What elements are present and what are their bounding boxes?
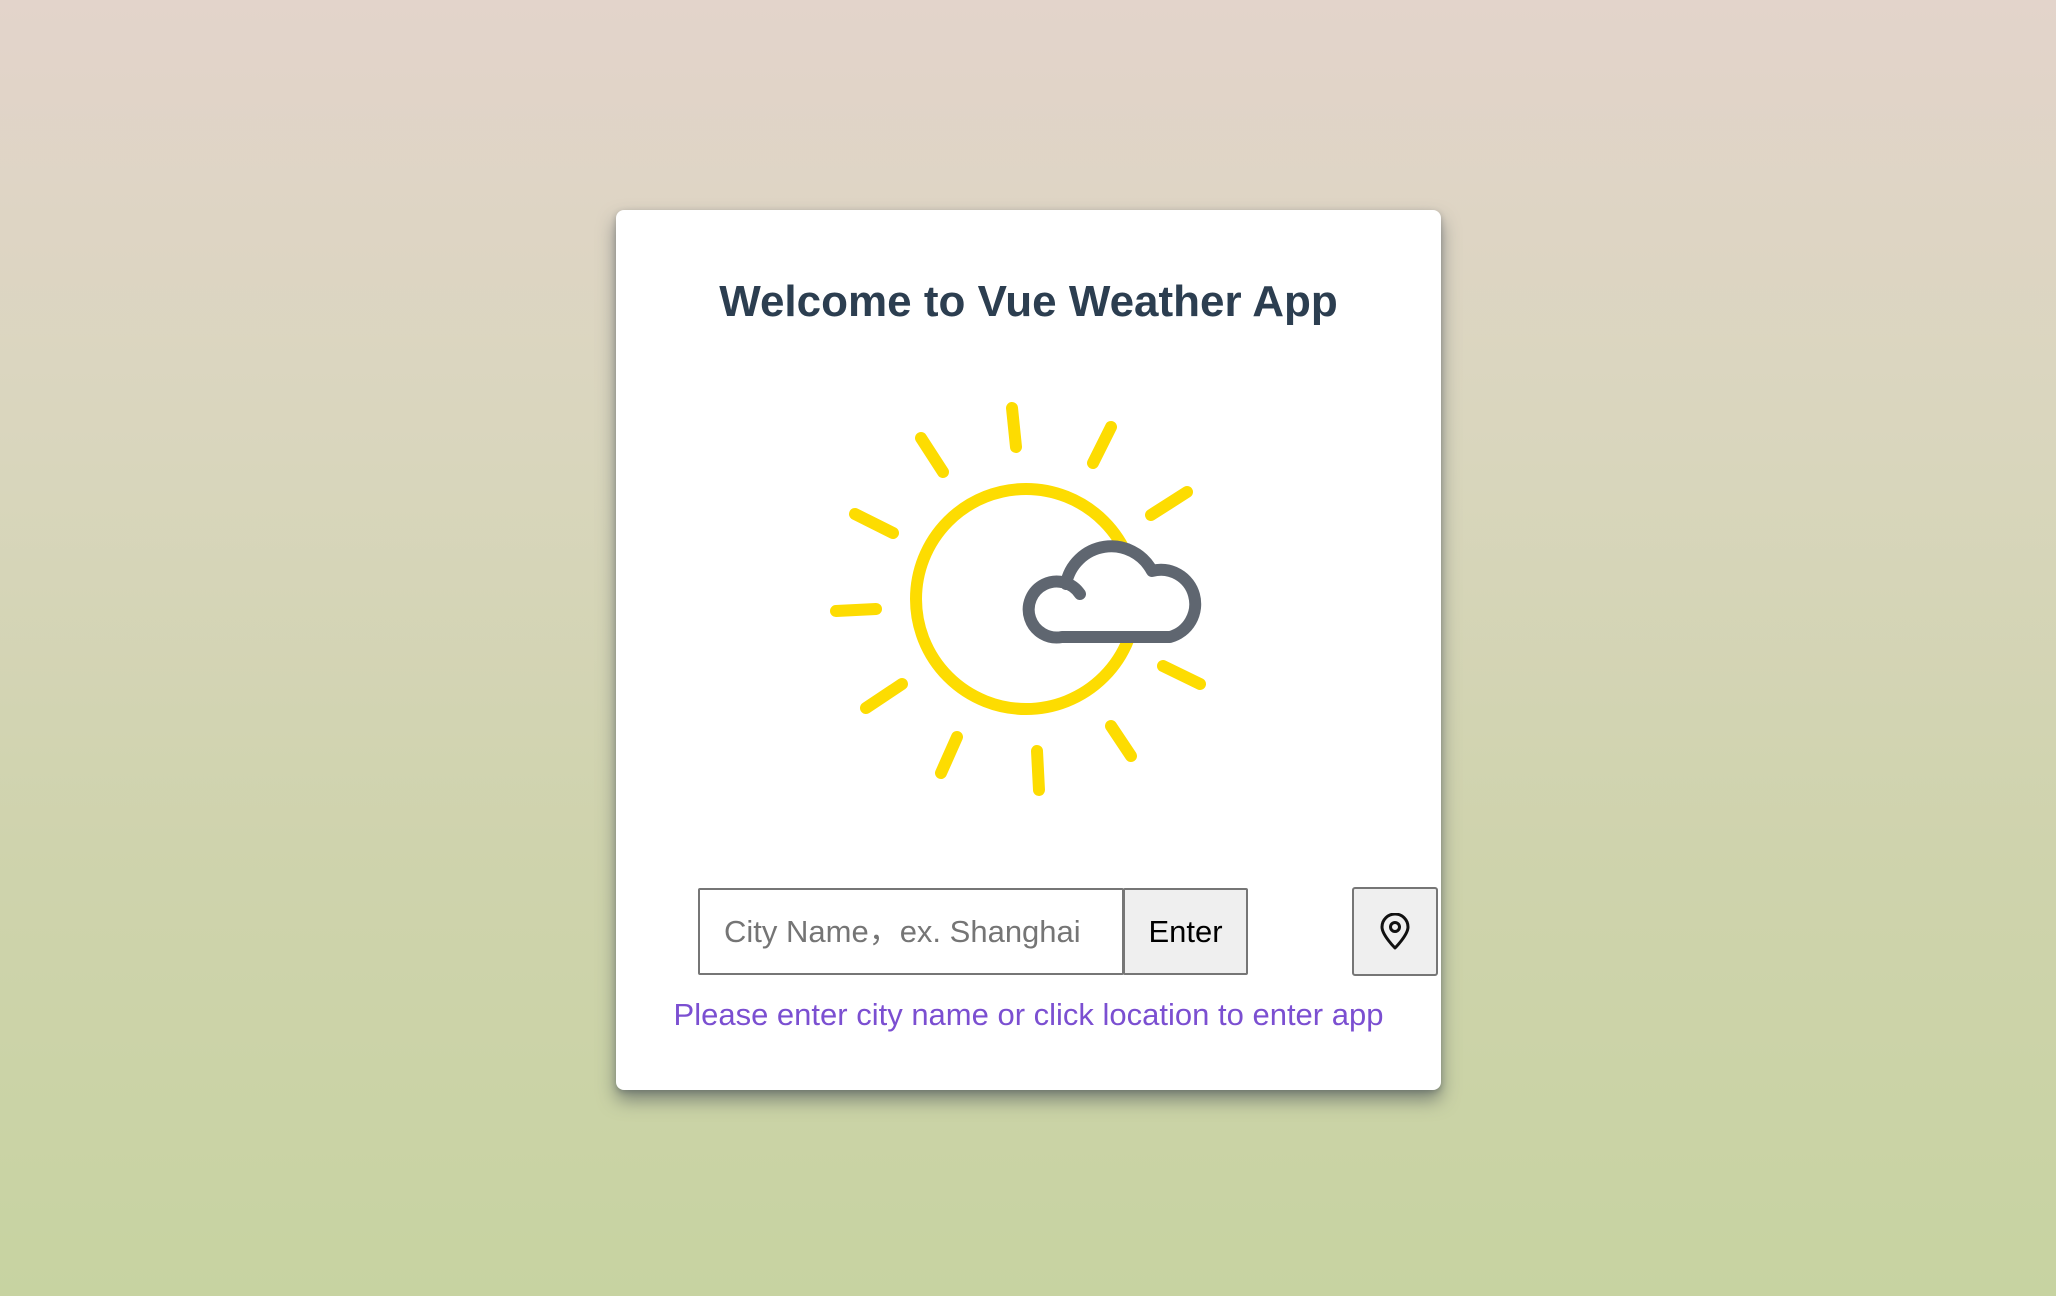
sun-ray <box>935 731 963 779</box>
sun-ray <box>915 432 949 478</box>
sun-ray <box>860 678 908 714</box>
welcome-card: Welcome to Vue Weather App Enter Please … <box>616 210 1441 1090</box>
sun-ray <box>849 508 899 539</box>
hint-text: Please enter city name or click location… <box>673 997 1384 1032</box>
city-search-input[interactable] <box>698 888 1124 975</box>
sun-ray <box>830 603 882 617</box>
sun-ray <box>1087 421 1117 469</box>
sun-ray <box>1145 486 1193 521</box>
location-button[interactable] <box>1352 887 1438 976</box>
location-pin-icon <box>1378 912 1412 951</box>
sun-cloud-icon <box>816 390 1236 810</box>
page-title: Welcome to Vue Weather App <box>719 277 1338 326</box>
sun-ray <box>1006 402 1022 453</box>
sun-ray <box>1031 745 1045 796</box>
sun-ray <box>1105 720 1137 762</box>
enter-button[interactable]: Enter <box>1123 888 1248 975</box>
sun-ray <box>1157 660 1206 690</box>
